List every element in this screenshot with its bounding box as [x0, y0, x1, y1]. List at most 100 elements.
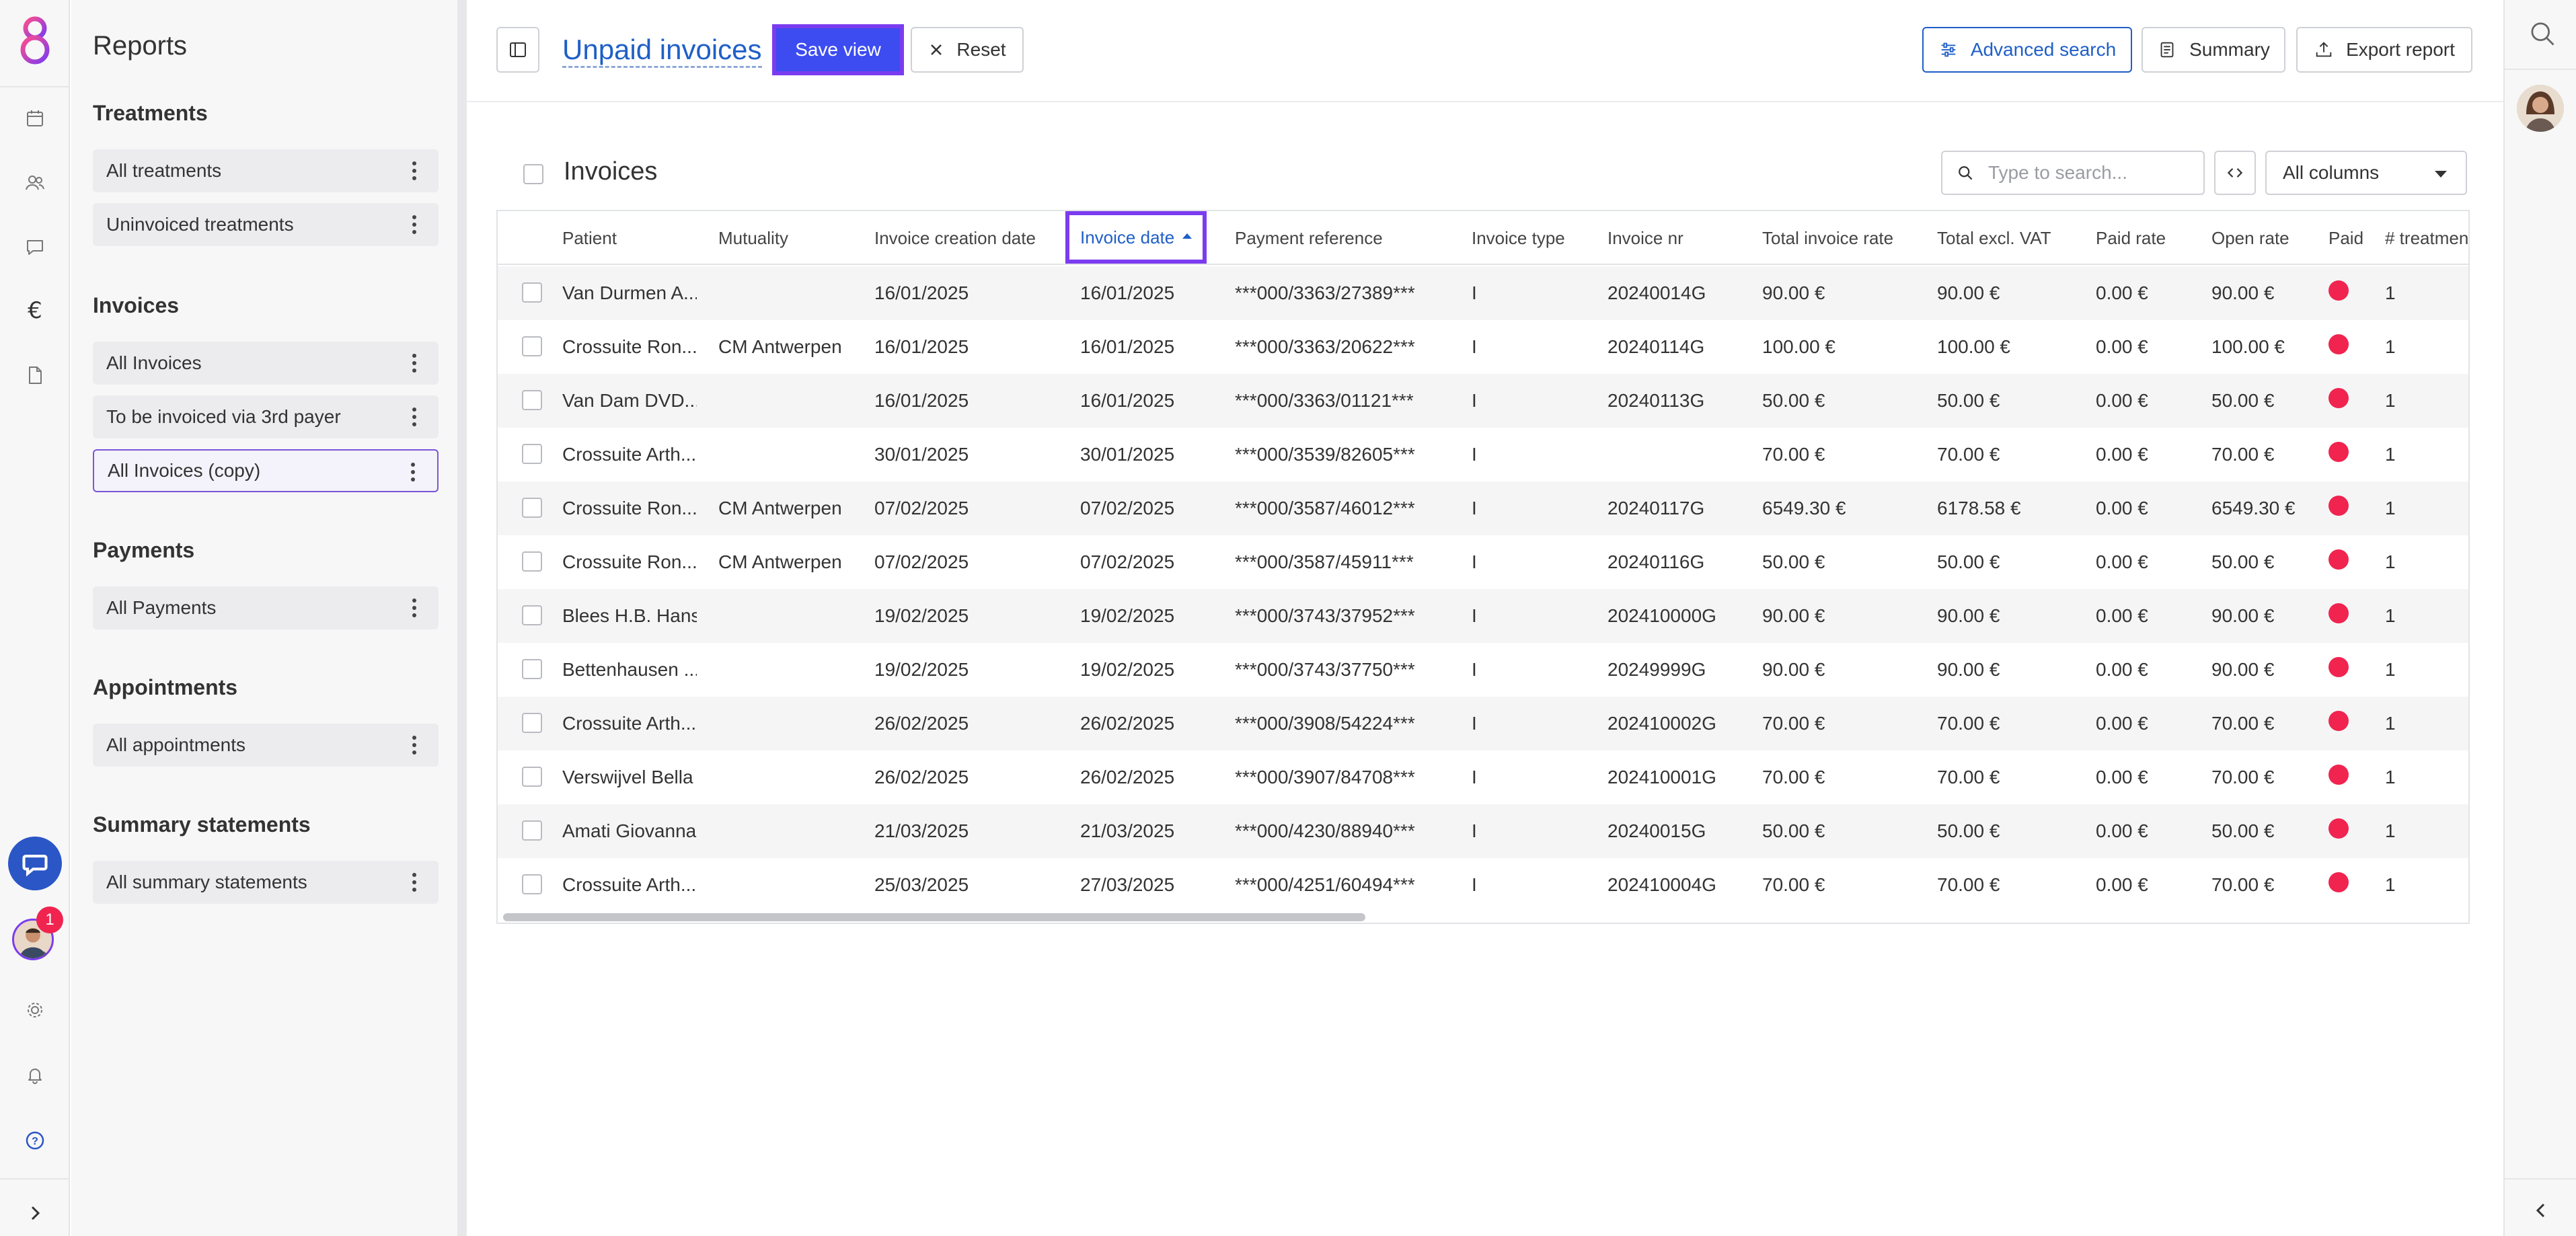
kebab-icon[interactable] — [412, 215, 417, 234]
brand-logo[interactable] — [15, 15, 55, 66]
advanced-search-label: Advanced search — [1970, 39, 2117, 60]
sidebar-toggle-icon — [510, 42, 526, 57]
bell-icon[interactable] — [22, 1061, 48, 1088]
kebab-icon[interactable] — [412, 354, 417, 373]
cell-invoice-creation-date: 16/01/2025 — [874, 336, 969, 357]
view-title[interactable]: Unpaid invoices — [562, 35, 762, 68]
cell-paid — [2328, 804, 2369, 858]
column-header-label: Total excl. VAT — [1937, 227, 2051, 248]
cell-paid — [2328, 750, 2369, 804]
table-row[interactable]: Crossuite Arth... 25/03/2025 27/03/2025 ***… — [498, 858, 2468, 912]
chat-support-icon[interactable] — [8, 837, 62, 890]
row-checkbox[interactable] — [522, 820, 542, 841]
avatar-chevron-icon[interactable]: › — [43, 947, 56, 960]
toggle-sidebar-button[interactable] — [496, 27, 539, 73]
row-checkbox[interactable] — [522, 336, 542, 356]
global-search-icon[interactable] — [2528, 19, 2557, 48]
row-checkbox[interactable] — [522, 659, 542, 679]
chevron-left-icon[interactable] — [2530, 1200, 2552, 1221]
main-panel: Unpaid invoices Save view Reset Advanced… — [467, 0, 2503, 1236]
select-all-checkbox[interactable] — [523, 164, 543, 184]
kebab-icon[interactable] — [410, 463, 416, 481]
row-checkbox[interactable] — [522, 605, 542, 625]
row-checkbox[interactable] — [522, 713, 542, 733]
cell-invoice-date: 07/02/2025 — [1080, 551, 1175, 572]
table-row[interactable]: Crossuite Ron... CM Antwerpen 07/02/2025 07… — [498, 535, 2468, 589]
column-header-paid-rate[interactable]: Paid rate — [2096, 211, 2203, 265]
table-row[interactable]: Van Durmen A... 16/01/2025 16/01/2025 ***00… — [498, 266, 2468, 320]
table-search[interactable] — [1941, 151, 2205, 195]
table-row[interactable]: Blees H.B. Hans 19/02/2025 19/02/2025 ***00… — [498, 589, 2468, 643]
row-checkbox[interactable] — [522, 390, 542, 410]
columns-select[interactable]: All columns — [2265, 151, 2467, 195]
document-icon[interactable] — [22, 362, 48, 389]
column-header-treatments[interactable]: # treatmen — [2385, 211, 2468, 265]
cell-invoice-type: I — [1472, 874, 1477, 895]
chevron-right-icon[interactable] — [22, 1200, 48, 1227]
help-icon[interactable]: ? — [22, 1127, 48, 1154]
euro-icon[interactable]: € — [22, 297, 48, 324]
table-row[interactable]: Amati Giovanna 21/03/2025 21/03/2025 ***000… — [498, 804, 2468, 858]
column-header-label: Payment reference — [1235, 227, 1383, 248]
kebab-icon[interactable] — [412, 161, 417, 180]
column-header-mutuality[interactable]: Mutuality — [718, 211, 866, 265]
column-header-invoice-creation-date[interactable]: Invoice creation date — [874, 211, 1076, 265]
report-all-appointments[interactable]: All appointments — [93, 724, 439, 767]
notification-badge: 1 — [36, 906, 63, 933]
users-icon[interactable] — [22, 169, 48, 196]
column-header-payment-reference[interactable]: Payment reference — [1235, 211, 1464, 265]
report-uninvoiced-treatments[interactable]: Uninvoiced treatments — [93, 203, 439, 246]
column-header-total-invoice-rate[interactable]: Total invoice rate — [1762, 211, 1930, 265]
column-header-invoice-nr[interactable]: Invoice nr — [1607, 211, 1755, 265]
table-row[interactable]: Crossuite Ron... CM Antwerpen 07/02/2025 07… — [498, 481, 2468, 535]
column-header-paid[interactable]: Paid — [2328, 211, 2369, 265]
report-all-invoices[interactable]: All Invoices — [93, 342, 439, 385]
reset-button[interactable]: Reset — [911, 27, 1024, 73]
report-all-treatments[interactable]: All treatments — [93, 149, 439, 192]
gear-icon[interactable] — [22, 997, 48, 1023]
summary-button[interactable]: Summary — [2142, 27, 2285, 73]
cell-patient: Van Dam DVD... — [562, 390, 697, 411]
horizontal-scrollbar[interactable] — [503, 913, 1365, 921]
save-view-button[interactable]: Save view — [772, 24, 904, 75]
row-checkbox[interactable] — [522, 498, 542, 518]
row-checkbox[interactable] — [522, 444, 542, 464]
report-all-payments[interactable]: All Payments — [93, 586, 439, 629]
unpaid-status-dot — [2328, 334, 2349, 354]
row-checkbox[interactable] — [522, 874, 542, 894]
column-header-open-rate[interactable]: Open rate — [2211, 211, 2326, 265]
column-header-invoice-date[interactable]: Invoice date — [1065, 211, 1207, 264]
table-row[interactable]: Crossuite Arth... 30/01/2025 30/01/2025 ***… — [498, 428, 2468, 481]
column-header-label: Open rate — [2211, 227, 2289, 248]
cell-patient: Crossuite Ron... — [562, 498, 697, 518]
kebab-icon[interactable] — [412, 598, 417, 617]
column-header-patient[interactable]: Patient — [562, 211, 697, 265]
table-row[interactable]: Crossuite Arth... 26/02/2025 26/02/2025 ***… — [498, 697, 2468, 750]
cell-mutuality: CM Antwerpen — [718, 551, 842, 572]
report-all-invoices-copy[interactable]: All Invoices (copy) — [93, 449, 439, 492]
table-row[interactable]: Crossuite Ron... CM Antwerpen 16/01/2025 16… — [498, 320, 2468, 374]
column-header-total-excl-vat[interactable]: Total excl. VAT — [1937, 211, 2085, 265]
search-input[interactable] — [1988, 162, 2190, 184]
cell-treatments: 1 — [2385, 820, 2396, 841]
advanced-search-button[interactable]: Advanced search — [1922, 27, 2132, 73]
export-report-button[interactable]: Export report — [2296, 27, 2472, 73]
kebab-icon[interactable] — [412, 408, 417, 426]
kebab-icon[interactable] — [412, 736, 417, 755]
report-all-summary-statements[interactable]: All summary statements — [93, 861, 439, 904]
chat-icon[interactable] — [22, 234, 48, 261]
row-checkbox[interactable] — [522, 551, 542, 572]
row-checkbox[interactable] — [522, 767, 542, 787]
kebab-icon[interactable] — [412, 873, 417, 892]
column-header-invoice-type[interactable]: Invoice type — [1472, 211, 1599, 265]
user-avatar[interactable] — [2517, 85, 2564, 132]
sidebar-resize-handle[interactable] — [457, 0, 467, 1236]
table-row[interactable]: Bettenhausen ... 19/02/2025 19/02/2025 ***0… — [498, 643, 2468, 697]
code-view-button[interactable] — [2214, 151, 2256, 195]
row-checkbox[interactable] — [522, 282, 542, 303]
table-row[interactable]: Verswijvel Bella 26/02/2025 26/02/2025 ***0… — [498, 750, 2468, 804]
table-row[interactable]: Van Dam DVD... 16/01/2025 16/01/2025 ***000… — [498, 374, 2468, 428]
report-third-payer[interactable]: To be invoiced via 3rd payer — [93, 395, 439, 438]
calendar-icon[interactable] — [22, 105, 48, 132]
cell-invoice-type: I — [1472, 336, 1477, 357]
